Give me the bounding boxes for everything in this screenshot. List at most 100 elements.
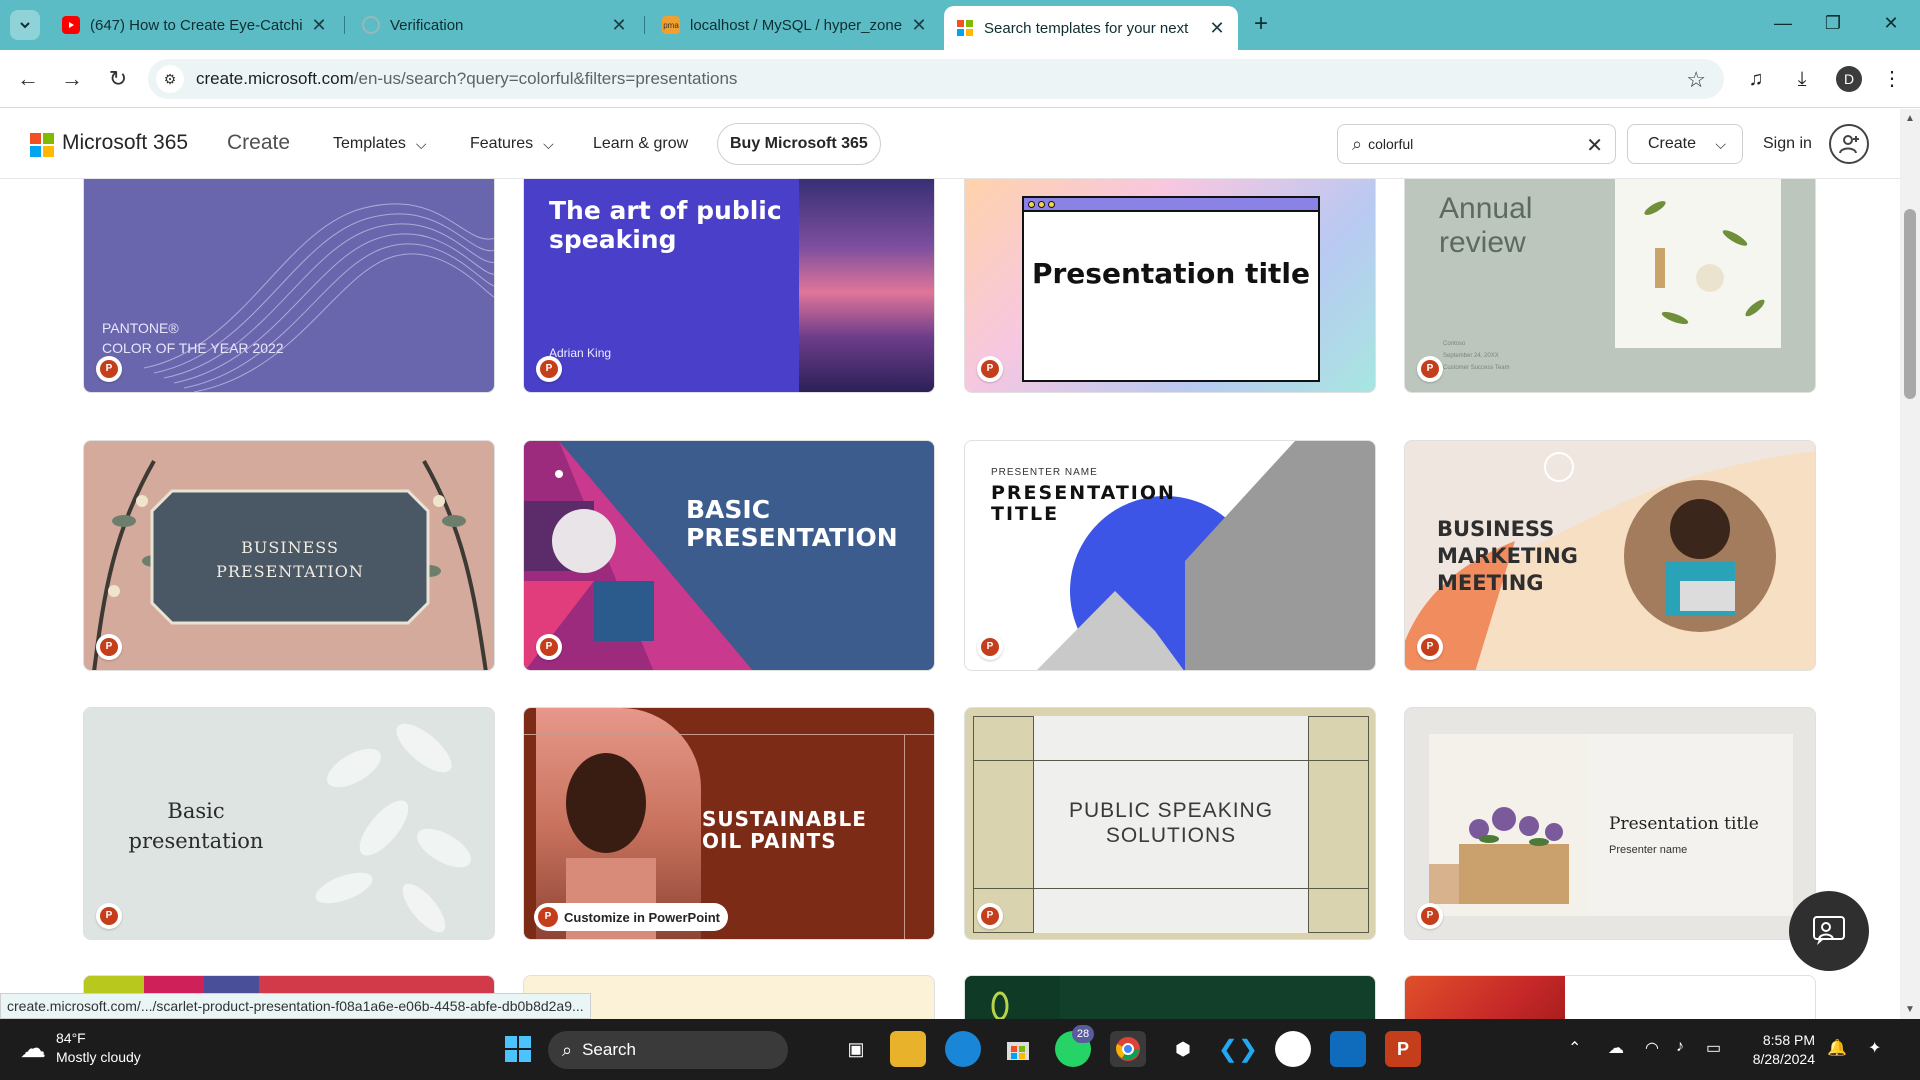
geometric-shapes-graphic <box>524 441 753 670</box>
card-subtitle: Presenter name <box>1609 844 1688 856</box>
weather-widget[interactable]: ☁ 84°F Mostly cloudy <box>20 1029 141 1067</box>
microsoft-logo-icon[interactable] <box>30 133 54 157</box>
url-text[interactable]: create.microsoft.com/en-us/search?query=… <box>196 69 737 89</box>
file-explorer-icon[interactable] <box>890 1031 926 1067</box>
tab-phpmyadmin[interactable]: pma localhost / MySQL / hyper_zone ✕ <box>650 8 940 42</box>
create-button-label: Create <box>1648 135 1697 152</box>
template-card-presentation-title-plant[interactable]: Presentation title Presenter name P <box>1404 707 1816 940</box>
nav-templates[interactable]: Templates ⌵ <box>333 135 427 153</box>
tab-search-button[interactable] <box>10 10 40 40</box>
close-icon[interactable]: ✕ <box>310 15 328 36</box>
tab-title: localhost / MySQL / hyper_zone <box>690 16 902 34</box>
template-card-basic-presentation-geometric[interactable]: BASIC PRESENTATION P <box>523 440 935 671</box>
card-text: Contoso <box>1443 341 1466 347</box>
template-card-business-marketing-meeting[interactable]: BUSINESS MARKETING MEETING P <box>1404 440 1816 671</box>
account-icon[interactable] <box>1829 124 1869 164</box>
media-control-icon[interactable]: ♫ <box>1742 65 1770 93</box>
customize-in-powerpoint-button[interactable]: P Customize in PowerPoint <box>534 903 729 931</box>
scrollbar-thumb[interactable] <box>1904 209 1916 399</box>
forward-arrow-icon[interactable]: → <box>58 65 86 93</box>
powerpoint-app-icon[interactable]: P <box>1385 1031 1421 1067</box>
chat-assistant-button[interactable] <box>1789 891 1869 971</box>
powerpoint-icon: P <box>536 356 562 382</box>
template-card-presentation-title-architecture[interactable]: PRESENTER NAME PRESENTATION TITLE P <box>964 440 1376 671</box>
scroll-down-icon[interactable]: ▼ <box>1904 1004 1916 1015</box>
card-text: presentation <box>128 829 264 853</box>
back-arrow-icon[interactable]: ← <box>14 65 42 93</box>
download-icon[interactable]: ⤓ <box>1788 65 1816 93</box>
restore-icon[interactable]: ❐ <box>1810 8 1856 38</box>
template-card-pantone[interactable]: PANTONE® COLOR OF THE YEAR 2022 P <box>83 179 495 393</box>
search-input[interactable] <box>1368 136 1569 152</box>
app-cube-icon[interactable]: ⬢ <box>1165 1031 1201 1067</box>
powerpoint-icon: P <box>96 903 122 929</box>
volume-icon[interactable]: ♪ <box>1676 1038 1684 1056</box>
site-settings-icon[interactable]: ⚙ <box>156 65 184 93</box>
profile-avatar[interactable]: D <box>1836 66 1862 92</box>
nav-learn-grow[interactable]: Learn & grow <box>593 135 688 153</box>
copilot-icon[interactable]: ✦ <box>1868 1038 1881 1058</box>
chevron-down-icon: ⌵ <box>415 135 427 152</box>
new-tab-button[interactable]: + <box>1246 10 1276 38</box>
minimize-icon[interactable]: — <box>1760 8 1806 38</box>
windows-taskbar: ☁ 84°F Mostly cloudy ⌕ Search ▣ 28 ⬢ ❮❯ … <box>0 1019 1920 1080</box>
outlook-icon[interactable] <box>1330 1031 1366 1067</box>
card-text: SOLUTIONS <box>1105 824 1237 847</box>
whatsapp-desktop-icon[interactable] <box>1275 1031 1311 1067</box>
tab-microsoft-create[interactable]: Search templates for your next ✕ <box>944 6 1238 50</box>
template-card-sustainable-oil-paints[interactable]: SUSTAINABLE OIL PAINTS P Customize in Po… <box>523 707 935 940</box>
task-view-icon[interactable]: ▣ <box>838 1031 874 1067</box>
close-window-icon[interactable]: ✕ <box>1868 8 1914 38</box>
botanical-image <box>1615 179 1781 348</box>
system-clock[interactable]: 8:58 PM 8/28/2024 <box>1735 1031 1815 1069</box>
wifi-icon[interactable]: ◠ <box>1645 1038 1659 1058</box>
onedrive-icon[interactable]: ☁ <box>1608 1038 1624 1058</box>
page-scrollbar[interactable]: ▲ ▼ <box>1900 109 1920 1019</box>
microsoft-store-icon[interactable] <box>1000 1031 1036 1067</box>
notification-bell-icon[interactable]: 🔔 <box>1827 1038 1847 1058</box>
close-icon[interactable]: ✕ <box>910 15 928 36</box>
reload-icon[interactable]: ↻ <box>104 65 132 93</box>
globe-icon <box>362 16 380 34</box>
card-text: COLOR OF THE YEAR 2022 <box>102 340 284 356</box>
vscode-icon[interactable]: ❮❯ <box>1218 1031 1258 1067</box>
nav-features[interactable]: Features ⌵ <box>470 135 554 153</box>
clear-search-icon[interactable]: ✕ <box>1586 133 1603 158</box>
chevron-up-icon[interactable]: ⌃ <box>1568 1038 1581 1058</box>
template-card-business-presentation[interactable]: BUSINESS PRESENTATION P <box>83 440 495 671</box>
close-icon[interactable]: ✕ <box>1208 18 1226 39</box>
template-search-box[interactable]: ⌕ ✕ <box>1337 124 1616 164</box>
sign-in-link[interactable]: Sign in <box>1763 135 1812 153</box>
create-home-link[interactable]: Create <box>227 131 290 155</box>
powerpoint-icon: P <box>1417 356 1443 382</box>
notification-badge: 28 <box>1072 1025 1094 1043</box>
template-card-public-speaking-solutions[interactable]: PUBLIC SPEAKING SOLUTIONS P <box>964 707 1376 940</box>
template-card-basic-presentation-leaves[interactable]: Basic presentation P <box>83 707 495 940</box>
card-text: PUBLIC SPEAKING <box>1068 799 1274 822</box>
nav-label: Learn & grow <box>593 135 689 152</box>
chrome-icon[interactable] <box>1110 1031 1146 1067</box>
template-card-green[interactable] <box>964 975 1376 1019</box>
url-omnibox[interactable]: ⚙ create.microsoft.com/en-us/search?quer… <box>148 59 1724 99</box>
create-dropdown-button[interactable]: Create ⌵ <box>1627 124 1743 164</box>
more-menu-icon[interactable]: ⋮ <box>1878 65 1906 93</box>
battery-icon[interactable]: ▭ <box>1706 1038 1721 1058</box>
buy-microsoft-365-button[interactable]: Buy Microsoft 365 <box>717 123 881 165</box>
taskbar-search[interactable]: ⌕ Search <box>548 1031 788 1069</box>
template-card-annual-review[interactable]: Annual review Contoso September 24, 20XX… <box>1404 179 1816 393</box>
tab-verification[interactable]: Verification ✕ <box>350 8 640 42</box>
chevron-down-icon: ⌵ <box>543 135 554 152</box>
template-card-red-white[interactable] <box>1404 975 1816 1019</box>
template-card-presentation-title-window[interactable]: Presentation title P <box>964 179 1376 393</box>
wave-lines-graphic <box>143 203 494 392</box>
window-frame: Presentation title <box>1022 196 1320 382</box>
tab-youtube[interactable]: (647) How to Create Eye-Catchi ✕ <box>50 8 340 42</box>
brand-name[interactable]: Microsoft 365 <box>62 131 188 155</box>
windows-start-icon[interactable] <box>500 1031 536 1067</box>
close-icon[interactable]: ✕ <box>610 15 628 36</box>
scroll-up-icon[interactable]: ▲ <box>1904 113 1916 124</box>
microsoft-icon <box>956 19 974 37</box>
edge-icon[interactable] <box>945 1031 981 1067</box>
template-card-public-speaking[interactable]: The art of public speaking Adrian King P <box>523 179 935 393</box>
bookmark-star-icon[interactable]: ☆ <box>1686 67 1706 93</box>
